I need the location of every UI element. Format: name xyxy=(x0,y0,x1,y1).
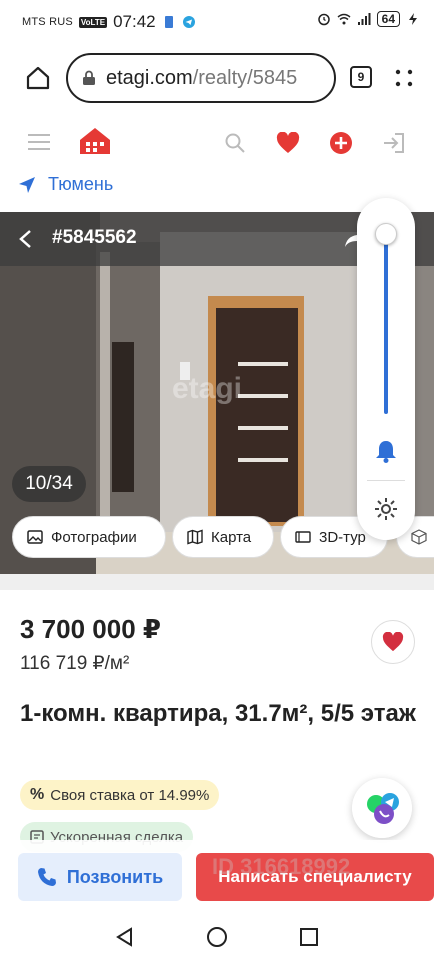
image-icon xyxy=(27,530,43,544)
call-button[interactable]: Позвонить xyxy=(18,853,182,901)
browser-toolbar: etagi.com/realty/5845 9 xyxy=(0,44,434,112)
3d-tour-icon xyxy=(295,531,311,543)
cube-icon xyxy=(411,529,427,545)
alarm-icon xyxy=(317,13,330,26)
status-right: 64 xyxy=(317,11,420,27)
chip-photos[interactable]: Фотографии xyxy=(12,516,166,558)
city-label: Тюмень xyxy=(48,174,114,194)
battery-indicator: 64 xyxy=(376,11,400,27)
site-header xyxy=(0,112,434,172)
bell-icon[interactable] xyxy=(373,438,399,464)
nav-back-icon[interactable] xyxy=(114,926,136,948)
home-icon[interactable] xyxy=(24,64,52,92)
map-icon xyxy=(187,529,203,545)
url-path: /realty/5845 xyxy=(192,66,298,89)
add-listing-icon[interactable] xyxy=(329,131,353,155)
chip-photos-label: Фотографии xyxy=(51,528,137,546)
gear-icon[interactable] xyxy=(373,496,399,522)
lock-icon xyxy=(83,70,95,85)
search-icon[interactable] xyxy=(224,132,246,154)
tabs-button[interactable]: 9 xyxy=(350,66,372,88)
volte-badge: VoLTE xyxy=(78,16,108,28)
url-text: etagi.com/realty/5845 xyxy=(106,67,297,90)
volume-divider xyxy=(367,480,405,481)
system-nav-bar xyxy=(0,914,434,960)
sim-icon xyxy=(164,16,173,28)
contact-action-bar: Позвонить Написать специалисту ID 316618… xyxy=(0,840,434,914)
wifi-icon xyxy=(337,13,351,25)
favorite-button[interactable] xyxy=(371,620,415,664)
chip-map-label: Карта xyxy=(211,528,252,546)
clock: 07:42 xyxy=(113,12,156,31)
more-menu-icon[interactable] xyxy=(394,68,414,88)
listing-title: 1-комн. квартира, 31.7м², 5/5 этаж xyxy=(20,700,416,727)
percent-icon: % xyxy=(30,786,45,803)
volume-slider-thumb[interactable] xyxy=(375,222,397,245)
status-left: MTS RUS VoLTE 07:42 xyxy=(22,12,196,32)
listing-id: #5845562 xyxy=(52,227,137,248)
call-button-label: Позвонить xyxy=(66,866,164,887)
etagi-logo[interactable] xyxy=(78,126,112,156)
messenger-fab[interactable] xyxy=(352,778,412,838)
city-selector[interactable]: Тюмень xyxy=(18,174,113,195)
chip-3d-tour-label: 3D-тур xyxy=(319,528,366,546)
photo-counter: 10/34 xyxy=(12,466,86,502)
carrier-label: MTS RUS xyxy=(22,16,73,28)
signal-icon xyxy=(357,13,371,25)
listing-price: 3 700 000 ₽ xyxy=(20,614,161,644)
nav-home-icon[interactable] xyxy=(206,926,228,948)
address-bar[interactable]: etagi.com/realty/5845 xyxy=(66,53,336,103)
favorites-heart-icon[interactable] xyxy=(276,132,300,154)
write-specialist-label: Написать специалисту xyxy=(218,867,412,886)
rate-badge[interactable]: % Своя ставка от 14.99% xyxy=(20,780,220,810)
heart-icon xyxy=(382,632,404,652)
card-separator xyxy=(0,574,434,590)
volume-panel[interactable] xyxy=(357,198,415,540)
location-arrow-icon xyxy=(19,176,35,193)
write-specialist-button[interactable]: Написать специалисту xyxy=(196,853,434,901)
nav-recents-icon[interactable] xyxy=(299,927,319,947)
login-icon[interactable] xyxy=(382,132,406,154)
chip-map[interactable]: Карта xyxy=(172,516,274,558)
charging-icon xyxy=(409,13,417,25)
status-bar: MTS RUS VoLTE 07:42 64 xyxy=(0,0,434,44)
telegram-icon xyxy=(182,16,195,28)
phone-icon xyxy=(37,868,56,886)
volume-slider-track[interactable] xyxy=(384,224,388,414)
rate-badge-label: Своя ставка от 14.99% xyxy=(50,786,210,804)
photo-watermark: etagi xyxy=(172,372,243,405)
hamburger-menu-icon[interactable] xyxy=(28,134,52,152)
url-host: etagi.com xyxy=(106,66,193,89)
price-per-sqm: 116 719 ₽/м² xyxy=(20,653,130,674)
back-arrow-icon[interactable] xyxy=(16,228,36,250)
viber-icon xyxy=(374,804,394,824)
